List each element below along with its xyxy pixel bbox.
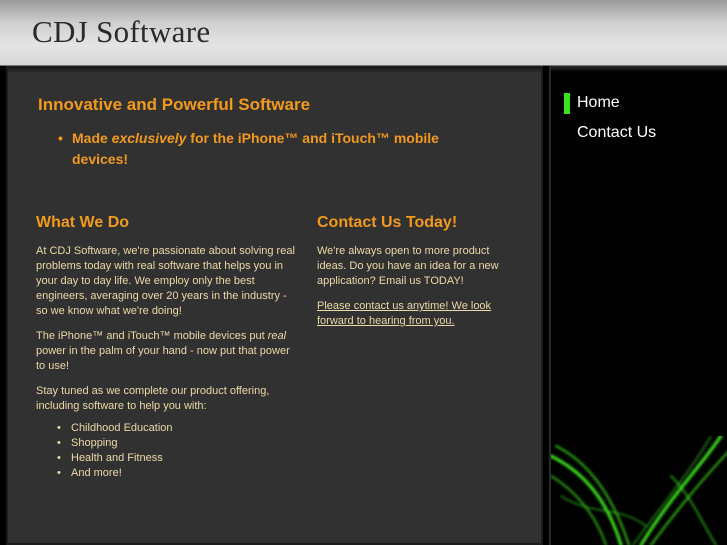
product-list: Childhood Education Shopping Health and … [36, 421, 298, 481]
contact-heading: Contact Us Today! [317, 214, 458, 231]
nav-item-contact-us[interactable]: Contact Us [564, 122, 656, 144]
main-content: Innovative and Powerful Software Made ex… [6, 66, 543, 545]
green-glow-graphic [551, 436, 727, 545]
contact-link[interactable]: Please contact us anytime! We look forwa… [317, 300, 491, 327]
contact-text: We're always open to more product ideas.… [317, 244, 502, 339]
nav-item-label: Contact Us [577, 124, 657, 141]
hero-list: Made exclusively for the iPhone™ and iTo… [58, 128, 478, 170]
hero-bullet-text: Made [72, 130, 112, 146]
nav-item-home[interactable]: Home [564, 92, 656, 114]
what-we-do-paragraph-2: The iPhone™ and iTouch™ mobile devices p… [36, 329, 298, 374]
sidebar: Home Contact Us [549, 66, 727, 545]
site-header: CDJ Software [0, 0, 727, 66]
list-item: Health and Fitness [36, 451, 298, 466]
site-title[interactable]: CDJ Software [32, 14, 210, 50]
nav-item-label: Home [577, 94, 620, 111]
active-marker [564, 93, 570, 114]
paragraph-emphasis: real [267, 330, 287, 342]
list-item: Childhood Education [36, 421, 298, 436]
paragraph-text-end: power in the palm of your hand - now put… [36, 345, 290, 372]
hero-title: Innovative and Powerful Software [38, 95, 311, 114]
what-we-do-text: At CDJ Software, we're passionate about … [36, 244, 298, 481]
what-we-do-paragraph-1: At CDJ Software, we're passionate about … [36, 245, 295, 317]
list-item: Shopping [36, 436, 298, 451]
paragraph-text: The iPhone™ and iTouch™ mobile devices p… [36, 330, 268, 342]
what-we-do-paragraph-3: Stay tuned as we complete our product of… [36, 385, 270, 412]
list-item: And more! [36, 466, 298, 481]
hero-bullet: Made exclusively for the iPhone™ and iTo… [58, 128, 478, 170]
hero-bullet-emphasis: exclusively [111, 130, 187, 146]
sidebar-nav: Home Contact Us [564, 92, 656, 152]
what-we-do-heading: What We Do [36, 214, 130, 231]
contact-paragraph: We're always open to more product ideas.… [317, 245, 499, 287]
